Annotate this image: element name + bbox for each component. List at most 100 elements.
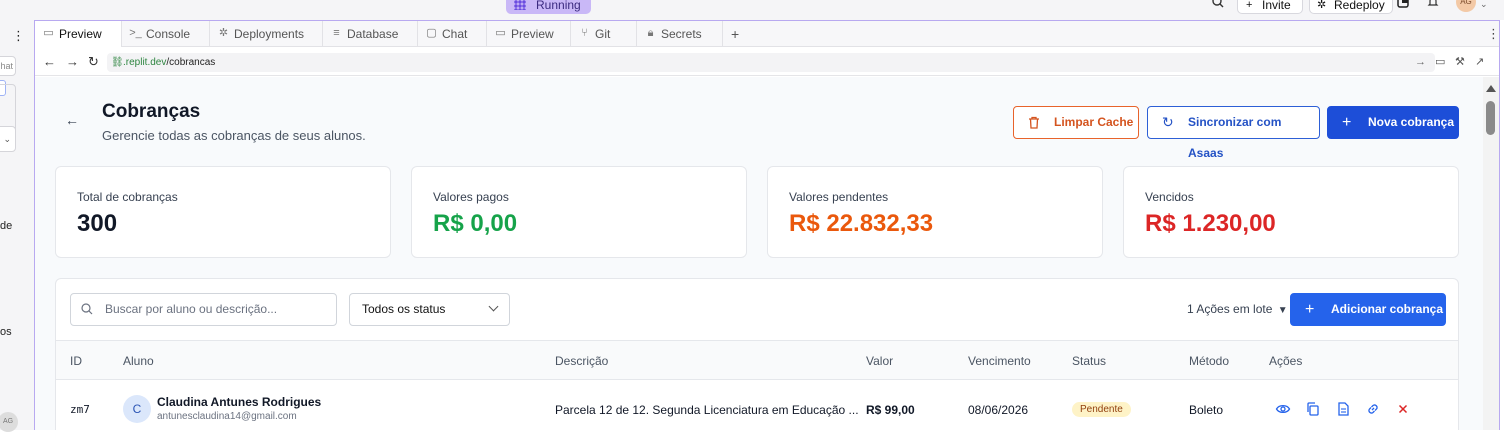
stat-label: Vencidos <box>1145 190 1194 204</box>
avatar[interactable]: AG <box>0 412 18 432</box>
tab-secrets[interactable]: 🔒︎ Secrets <box>637 21 723 47</box>
git-icon: ⑂ <box>581 27 588 39</box>
grid-icon <box>514 0 526 10</box>
search-icon[interactable] <box>1212 0 1226 14</box>
chevron-down-icon <box>488 301 499 312</box>
plus-icon: + <box>1342 114 1352 131</box>
url-domain: .replit.dev <box>123 57 167 68</box>
tab-deployments[interactable]: ✲ Deployments <box>210 21 323 47</box>
stat-label: Total de cobranças <box>77 190 178 204</box>
student-email: antunesclaudina14@gmail.com <box>157 411 297 422</box>
tab-preview[interactable]: ▭ Preview <box>35 21 122 47</box>
add-charge-label: Adicionar cobrança <box>1331 302 1444 316</box>
lock-icon: 🔒︎ <box>647 27 654 39</box>
column-header: ID <box>70 354 82 368</box>
run-status-button[interactable]: Running <box>506 0 591 14</box>
copy-icon[interactable] <box>1305 401 1321 417</box>
status-badge: Pendente <box>1072 402 1131 417</box>
redeploy-button[interactable]: ✲ Redeploy <box>1309 0 1393 14</box>
search-input[interactable]: Buscar por aluno ou descrição... <box>70 293 337 326</box>
search-placeholder: Buscar por aluno ou descrição... <box>105 302 278 316</box>
app-content: ← Cobranças Gerencie todas as cobranças … <box>35 77 1483 430</box>
stat-card-overdue: Vencidos R$ 1.230,00 <box>1123 166 1459 258</box>
tab-label: Console <box>146 27 191 41</box>
new-charge-button[interactable]: + Nova cobrança <box>1327 106 1459 139</box>
bell-icon[interactable] <box>1427 0 1441 14</box>
go-arrow-icon[interactable]: → <box>1415 54 1426 70</box>
tab-label: Git <box>595 27 611 41</box>
stat-card-total: Total de cobranças 300 <box>55 166 391 258</box>
chevron-down-icon[interactable]: ⌄ <box>1480 0 1490 14</box>
add-user-icon: + <box>1246 0 1253 11</box>
preview-pane: ▭ Preview >_ Console ✲ Deployments ≡ Databas… <box>34 20 1500 430</box>
url-input[interactable]: ⛓︎ .replit.dev/cobrancas <box>107 53 1435 72</box>
invite-button[interactable]: + Invite <box>1237 0 1303 14</box>
search-icon <box>81 303 93 315</box>
scrollbar[interactable] <box>1483 77 1499 430</box>
bulk-actions-button[interactable]: 1 Ações em lote ▼ <box>1187 293 1288 326</box>
refresh-icon: ↻ <box>1162 114 1174 130</box>
device-icon[interactable]: ▭ <box>1435 54 1445 70</box>
more-options-icon[interactable]: ⋮ <box>12 28 25 44</box>
scroll-up-arrow-icon[interactable] <box>1486 85 1496 92</box>
column-header: Status <box>1072 354 1107 368</box>
workspace-topbar: Running + Invite ✲ Redeploy AG ⌄ <box>0 0 1504 20</box>
stat-value: 300 <box>77 210 118 237</box>
close-icon[interactable] <box>1395 401 1411 417</box>
tab-label: Deployments <box>234 27 305 41</box>
back-arrow-icon[interactable]: ← <box>65 112 79 128</box>
scrollbar-thumb[interactable] <box>1486 101 1495 135</box>
invite-label: Invite <box>1262 0 1291 12</box>
eye-icon[interactable] <box>1275 401 1291 417</box>
sync-asaas-button[interactable]: ↻ Sincronizar com Asaas <box>1147 106 1320 160</box>
deploy-icon: ✲ <box>1317 0 1327 11</box>
column-header: Descrição <box>555 354 609 368</box>
tab-chat[interactable]: ▢ Chat <box>418 21 487 47</box>
page-title: Cobranças <box>102 101 201 122</box>
page-subtitle: Gerencie todas as cobranças de seus alun… <box>102 128 366 143</box>
document-icon[interactable] <box>1335 401 1351 417</box>
external-link-icon[interactable]: ↗ <box>1475 54 1484 70</box>
stat-label: Valores pendentes <box>789 190 889 204</box>
left-panel-strip: ⋮ hat ⌄ de os AG <box>0 20 34 432</box>
terminal-icon: >_ <box>129 27 142 39</box>
reload-icon[interactable]: ↻ <box>88 54 99 70</box>
column-header: Método <box>1189 354 1230 368</box>
wrench-icon[interactable]: ⚒ <box>1455 54 1465 70</box>
tab-git[interactable]: ⑂ Git <box>571 21 637 47</box>
link-icon[interactable] <box>1365 401 1381 417</box>
trash-icon <box>1028 107 1040 140</box>
sync-label: Sincronizar com Asaas <box>1188 115 1282 160</box>
tab-database[interactable]: ≡ Database <box>323 21 418 47</box>
column-header: Vencimento <box>968 354 1031 368</box>
url-bar: ← → ↻ ⛓︎ .replit.dev/cobrancas → ▭ ⚒ ↗ <box>35 48 1499 76</box>
forward-arrow-icon[interactable]: → <box>66 54 79 70</box>
status-select-value: Todos os status <box>362 302 446 316</box>
chat-button[interactable]: hat <box>0 56 16 76</box>
database-icon: ≡ <box>333 27 340 39</box>
payment-method: Boleto <box>1189 403 1224 417</box>
more-options-icon[interactable]: ⋮ <box>1487 26 1500 42</box>
tab-preview-2[interactable]: ▭ Preview <box>487 21 571 47</box>
window-icon[interactable] <box>1397 0 1411 14</box>
charge-value: R$ 99,00 <box>866 403 915 417</box>
status-select[interactable]: Todos os status <box>349 293 510 326</box>
avatar: C <box>123 395 151 423</box>
charge-due-date: 08/06/2026 <box>968 403 1029 417</box>
new-tab-icon[interactable]: + <box>731 26 739 42</box>
new-charge-label: Nova cobrança <box>1368 115 1455 129</box>
add-charge-button[interactable]: + Adicionar cobrança <box>1290 293 1446 326</box>
run-status-label: Running <box>536 0 581 12</box>
deploy-icon: ✲ <box>218 27 229 39</box>
tab-label: Chat <box>442 27 468 41</box>
charge-id: zm7 <box>70 403 90 416</box>
text-fragment-2: os <box>0 326 12 338</box>
url-path: /cobrancas <box>166 57 216 68</box>
stat-value: R$ 22.832,33 <box>789 210 934 237</box>
plus-icon: + <box>1305 301 1315 318</box>
tab-console[interactable]: >_ Console <box>122 21 210 47</box>
user-avatar[interactable]: AG <box>1456 0 1476 12</box>
back-arrow-icon[interactable]: ← <box>43 54 56 70</box>
dropdown-fragment[interactable]: ⌄ <box>0 126 16 152</box>
clear-cache-button[interactable]: Limpar Cache <box>1013 106 1139 139</box>
